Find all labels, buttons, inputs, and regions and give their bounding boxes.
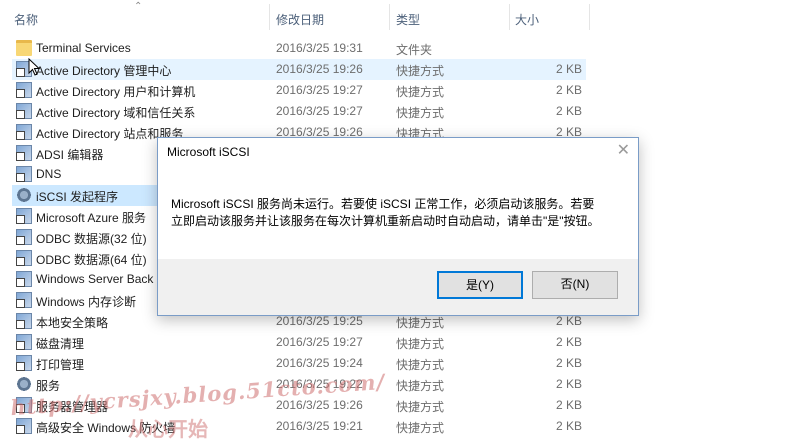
file-name: iSCSI 发起程序	[36, 190, 119, 204]
shortcut-icon	[16, 103, 32, 119]
shortcut-icon	[16, 355, 32, 371]
gear-icon	[16, 376, 32, 392]
dialog-message-line: Microsoft iSCSI 服务尚未运行。若要使 iSCSI 正常工作，必须…	[171, 197, 595, 211]
file-type: 快捷方式	[396, 316, 445, 330]
file-date: 2016/3/25 19:21	[276, 419, 363, 433]
file-date: 2016/3/25 19:27	[276, 104, 363, 118]
file-date: 2016/3/25 19:25	[276, 314, 363, 328]
shortcut-icon	[16, 145, 32, 161]
file-name: Active Directory 管理中心	[36, 64, 172, 78]
file-row[interactable]: Terminal Services 2016/3/25 19:31 文件夹	[12, 38, 586, 59]
shortcut-icon	[16, 418, 32, 434]
file-type: 快捷方式	[396, 421, 445, 435]
shortcut-icon	[16, 250, 32, 266]
file-type: 快捷方式	[396, 64, 445, 78]
column-divider[interactable]	[389, 4, 390, 30]
iscsi-dialog: Microsoft iSCSI ✕ Microsoft iSCSI 服务尚未运行…	[157, 137, 639, 316]
column-divider[interactable]	[509, 4, 510, 30]
file-size: 2 KB	[555, 356, 582, 370]
file-type: 快捷方式	[396, 337, 445, 351]
mouse-cursor-icon	[28, 58, 40, 76]
file-date: 2016/3/25 19:26	[276, 62, 363, 76]
file-name: ODBC 数据源(32 位)	[36, 232, 147, 246]
shortcut-icon	[16, 271, 32, 287]
file-name: 磁盘清理	[36, 337, 85, 351]
file-size: 2 KB	[555, 335, 582, 349]
file-type: 快捷方式	[396, 106, 445, 120]
folder-icon	[16, 40, 32, 56]
file-row[interactable]: Active Directory 用户和计算机 2016/3/25 19:27 快捷…	[12, 80, 586, 101]
file-name: ADSI 编辑器	[36, 148, 104, 162]
file-size: 2 KB	[555, 83, 582, 97]
file-size: 2 KB	[555, 419, 582, 433]
file-type: 快捷方式	[396, 358, 445, 372]
file-row[interactable]: 磁盘清理 2016/3/25 19:27 快捷方式 2 KB	[12, 332, 586, 353]
close-icon[interactable]: ✕	[617, 140, 630, 160]
shortcut-icon	[16, 334, 32, 350]
file-row[interactable]: Active Directory 域和信任关系 2016/3/25 19:27 快捷…	[12, 101, 586, 122]
file-name: Microsoft Azure 服务	[36, 211, 147, 225]
no-button[interactable]: 否(N)	[532, 271, 618, 299]
column-name[interactable]: 名称	[14, 11, 38, 28]
file-date: 2016/3/25 19:27	[276, 83, 363, 97]
file-type: 快捷方式	[396, 400, 445, 414]
file-name: Windows Server Back	[36, 272, 154, 286]
file-size: 2 KB	[555, 314, 582, 328]
shortcut-icon	[16, 208, 32, 224]
file-size: 2 KB	[555, 104, 582, 118]
dialog-message-line: 立即启动该服务并让该服务在每次计算机重新启动时自动启动，请单击"是"按钮。	[171, 214, 600, 228]
column-date[interactable]: 修改日期	[276, 11, 324, 28]
column-size[interactable]: 大小	[515, 11, 539, 28]
file-type: 快捷方式	[396, 379, 445, 393]
gear-icon	[16, 187, 32, 203]
yes-button[interactable]: 是(Y)	[437, 271, 523, 299]
file-name: Terminal Services	[36, 41, 131, 55]
file-size: 2 KB	[555, 62, 582, 76]
file-type: 文件夹	[396, 43, 433, 57]
file-type: 快捷方式	[396, 85, 445, 99]
file-name: DNS	[36, 167, 62, 181]
shortcut-icon	[16, 166, 32, 182]
file-row[interactable]: iSCSI 发起程序	[12, 185, 160, 206]
column-divider[interactable]	[589, 4, 590, 30]
dialog-title: Microsoft iSCSI	[167, 145, 250, 159]
file-name: Active Directory 用户和计算机	[36, 85, 196, 99]
shortcut-icon	[16, 292, 32, 308]
file-size: 2 KB	[555, 377, 582, 391]
file-row[interactable]: 高级安全 Windows 防火墙 2016/3/25 19:21 快捷方式 2 KB	[12, 416, 586, 437]
column-type[interactable]: 类型	[396, 11, 420, 28]
file-row[interactable]: 打印管理 2016/3/25 19:24 快捷方式 2 KB	[12, 353, 586, 374]
file-date: 2016/3/25 19:27	[276, 335, 363, 349]
file-name: 本地安全策略	[36, 316, 109, 330]
file-name: ODBC 数据源(64 位)	[36, 253, 147, 267]
dialog-button-bar: 是(Y) 否(N)	[158, 259, 638, 315]
column-header: ⌃ 名称 修改日期 类型 大小	[0, 0, 803, 34]
column-divider[interactable]	[269, 4, 270, 30]
file-date: 2016/3/25 19:31	[276, 41, 363, 55]
shortcut-icon	[16, 82, 32, 98]
dialog-message: Microsoft iSCSI 服务尚未运行。若要使 iSCSI 正常工作，必须…	[171, 196, 621, 230]
file-name: Active Directory 域和信任关系	[36, 106, 196, 120]
file-size: 2 KB	[555, 398, 582, 412]
watermark-tagline: 从心开始	[128, 417, 208, 441]
shortcut-icon	[16, 124, 32, 140]
file-name: 打印管理	[36, 358, 85, 372]
file-row[interactable]: Active Directory 管理中心 2016/3/25 19:26 快捷方式…	[12, 59, 586, 80]
file-name: Windows 内存诊断	[36, 295, 137, 309]
sort-ascending-icon: ⌃	[134, 1, 143, 12]
shortcut-icon	[16, 229, 32, 245]
shortcut-icon	[16, 313, 32, 329]
file-date: 2016/3/25 19:24	[276, 356, 363, 370]
